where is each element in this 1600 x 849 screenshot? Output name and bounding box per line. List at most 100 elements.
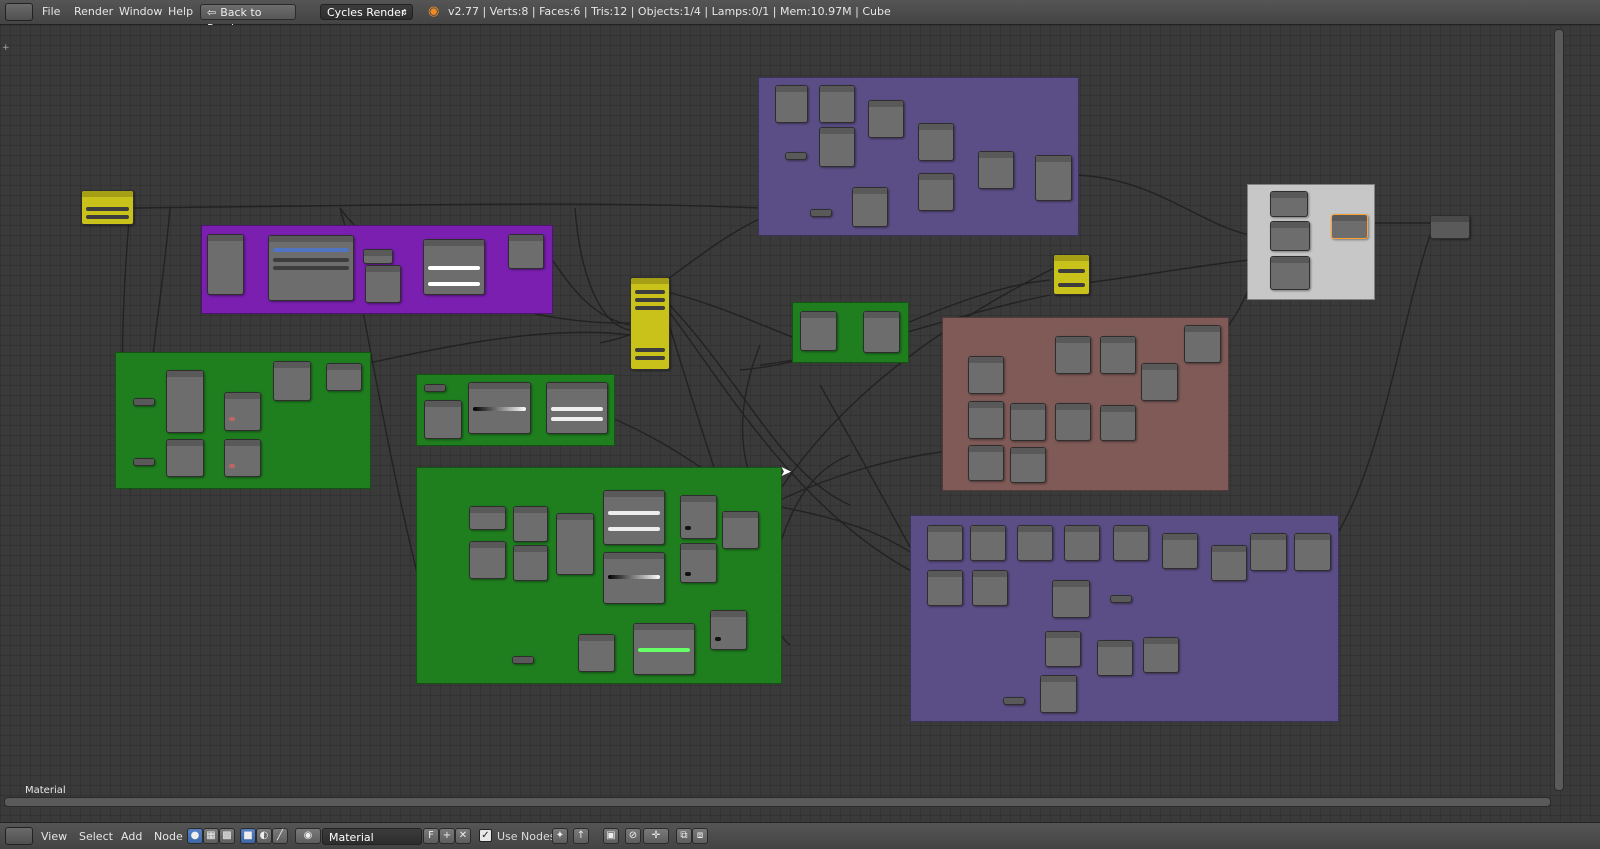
- node-violet-small-a[interactable]: [363, 249, 393, 264]
- node-pb-4[interactable]: [1064, 525, 1100, 561]
- node-pt-9[interactable]: [852, 187, 888, 227]
- go-parent-tree-icon[interactable]: ↑: [573, 828, 589, 844]
- node-pb-9[interactable]: [1294, 533, 1331, 571]
- texture-nodes-icon[interactable]: ▩: [219, 828, 235, 844]
- node-pt-5[interactable]: [918, 123, 954, 161]
- node-r-8[interactable]: [1100, 336, 1136, 374]
- node-gb-9[interactable]: [578, 634, 615, 672]
- node-pt-small-1[interactable]: [785, 152, 807, 160]
- node-pt-2[interactable]: [819, 85, 855, 123]
- node-pb-5[interactable]: [1113, 525, 1149, 561]
- node-r-6[interactable]: [1055, 336, 1091, 374]
- node-gb-6[interactable]: [680, 495, 717, 539]
- linestyle-shader-icon[interactable]: ╱: [272, 828, 288, 844]
- node-colorramp-violet[interactable]: [423, 239, 485, 295]
- node-gb-2[interactable]: [469, 541, 506, 579]
- back-to-previous-button[interactable]: ⇦Back to Previous: [200, 4, 296, 35]
- node-pt-7[interactable]: [978, 151, 1014, 189]
- vertical-scrollbar[interactable]: [1554, 29, 1564, 791]
- node-pb-2[interactable]: [970, 525, 1006, 561]
- node-pt-6[interactable]: [918, 173, 954, 211]
- node-colorramp-gm-2[interactable]: [546, 382, 608, 434]
- copy-nodes-icon[interactable]: ⧉: [676, 828, 692, 844]
- node-gb-1[interactable]: [469, 506, 506, 530]
- object-shader-icon[interactable]: ■: [240, 828, 256, 844]
- node-pb-1[interactable]: [927, 525, 963, 561]
- menu-window[interactable]: Window: [115, 4, 166, 20]
- node-gradient-texture[interactable]: [166, 370, 204, 433]
- node-pb-small-1[interactable]: [1003, 697, 1025, 705]
- node-pb-3[interactable]: [1017, 525, 1053, 561]
- node-wave-texture[interactable]: [633, 623, 695, 675]
- paste-nodes-icon[interactable]: ⧈: [692, 828, 708, 844]
- node-pb-6[interactable]: [1162, 533, 1198, 569]
- menu-add[interactable]: Add: [117, 828, 146, 845]
- fake-user-button[interactable]: F: [423, 828, 439, 844]
- node-pb-16[interactable]: [1040, 675, 1077, 713]
- menu-select[interactable]: Select: [75, 828, 117, 845]
- node-mix-green-2[interactable]: [224, 439, 261, 477]
- node-pt-small-2[interactable]: [810, 209, 832, 217]
- node-colorramp-gm-1[interactable]: [468, 382, 531, 434]
- node-voronoi-texture[interactable]: [166, 439, 204, 477]
- node-pb-13[interactable]: [1045, 631, 1081, 667]
- node-gb-5[interactable]: [556, 513, 594, 575]
- node-mix-shader-active[interactable]: [1331, 214, 1368, 239]
- node-pt-4[interactable]: [868, 100, 904, 138]
- material-name-field[interactable]: Material: [322, 828, 422, 845]
- node-gb-4[interactable]: [513, 545, 548, 581]
- node-r-4[interactable]: [1010, 403, 1046, 441]
- node-violet-right[interactable]: [508, 234, 544, 269]
- node-gb-8[interactable]: [722, 511, 759, 549]
- node-material-output[interactable]: [1430, 215, 1470, 239]
- backdrop-icon[interactable]: ▣: [603, 828, 619, 844]
- node-r-9[interactable]: [1100, 405, 1136, 441]
- node-gb-7[interactable]: [680, 543, 717, 583]
- node-mix-green-1[interactable]: [224, 392, 261, 431]
- node-math-yellow-center[interactable]: [630, 277, 670, 370]
- menu-node[interactable]: Node: [150, 828, 187, 845]
- node-gb-10[interactable]: [710, 610, 747, 650]
- node-editor-canvas[interactable]: + Material ➤: [0, 25, 1600, 822]
- node-green-small-1[interactable]: [133, 398, 155, 406]
- snap-toggle-icon[interactable]: ⊘: [625, 828, 641, 844]
- node-value-yellow-left[interactable]: [81, 190, 134, 225]
- node-mapping[interactable]: [268, 235, 354, 301]
- node-gb-3[interactable]: [513, 506, 548, 542]
- node-shader-1[interactable]: [1270, 191, 1308, 217]
- compositing-nodes-icon[interactable]: ▦: [203, 828, 219, 844]
- node-r-11[interactable]: [1184, 325, 1221, 363]
- node-pb-8[interactable]: [1250, 533, 1287, 571]
- info-editor-type-icon[interactable]: [5, 3, 33, 21]
- world-shader-icon[interactable]: ◐: [256, 828, 272, 844]
- node-pb-7[interactable]: [1211, 545, 1247, 581]
- node-pt-8[interactable]: [1035, 155, 1072, 201]
- node-texture-coordinate[interactable]: [207, 234, 244, 295]
- snap-element-icon[interactable]: ✛: [643, 828, 669, 844]
- node-pb-14[interactable]: [1097, 640, 1133, 676]
- menu-render[interactable]: Render: [70, 4, 117, 20]
- node-r-1[interactable]: [968, 356, 1004, 394]
- node-tree-pin-icon[interactable]: ✦: [552, 828, 568, 844]
- node-r-2[interactable]: [968, 401, 1004, 439]
- node-shader-2[interactable]: [1270, 221, 1310, 251]
- node-r-10[interactable]: [1141, 363, 1178, 401]
- node-colorramp-gb-1[interactable]: [603, 490, 665, 545]
- node-gm-1[interactable]: [424, 400, 462, 439]
- node-pb-11[interactable]: [972, 570, 1008, 606]
- frame-gray-output[interactable]: [1247, 184, 1375, 300]
- unlink-material-icon[interactable]: ✕: [455, 828, 471, 844]
- menu-file[interactable]: File: [38, 4, 64, 20]
- node-r-7[interactable]: [1055, 403, 1091, 441]
- menu-help[interactable]: Help: [164, 4, 197, 20]
- add-material-icon[interactable]: +: [439, 828, 455, 844]
- shader-nodes-icon[interactable]: ●: [187, 828, 203, 844]
- node-mix-yellow-right[interactable]: [1053, 254, 1090, 295]
- node-green-small-2[interactable]: [133, 458, 155, 466]
- render-engine-dropdown[interactable]: Cycles Render ⇕: [320, 4, 413, 20]
- node-mix-green-3[interactable]: [273, 361, 311, 401]
- node-r-3[interactable]: [968, 445, 1004, 481]
- node-gs-1[interactable]: [800, 311, 837, 351]
- node-pt-3[interactable]: [819, 127, 855, 167]
- node-gm-small[interactable]: [424, 384, 446, 392]
